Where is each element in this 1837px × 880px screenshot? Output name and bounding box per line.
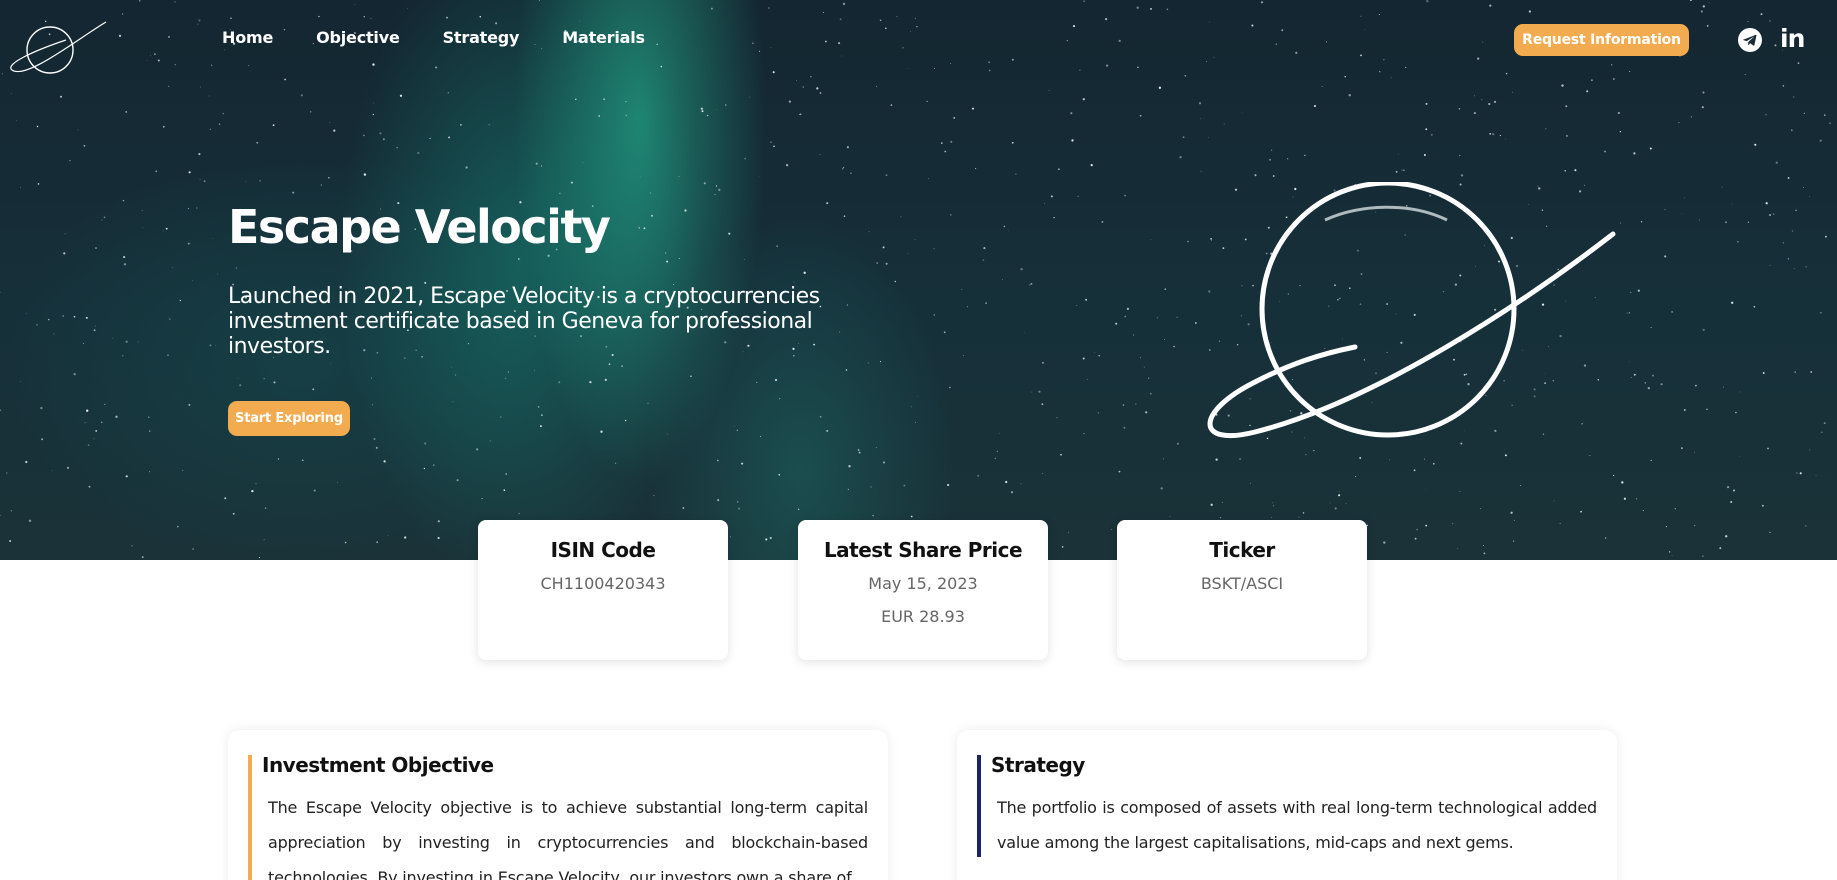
nav-materials[interactable]: Materials <box>562 28 645 47</box>
strategy-title: Strategy <box>991 753 1085 777</box>
investment-objective-title: Investment Objective <box>262 753 494 777</box>
planet-illustration <box>1207 182 1616 439</box>
ticker-card: Ticker BSKT/ASCI <box>1117 520 1367 660</box>
nav-objective[interactable]: Objective <box>316 28 400 47</box>
request-information-button[interactable]: Request Information <box>1514 24 1689 56</box>
planet-logo-icon[interactable] <box>6 10 108 74</box>
strategy-accent-bar <box>977 755 981 857</box>
isin-card: ISIN Code CH1100420343 <box>478 520 728 660</box>
hero-title: Escape Velocity <box>228 200 611 254</box>
main-nav: Home Objective Strategy Materials <box>222 28 688 47</box>
share-price-value: EUR 28.93 <box>881 607 965 626</box>
investment-objective-panel: Investment Objective The Escape Velocity… <box>228 730 888 880</box>
telegram-icon[interactable] <box>1738 28 1762 52</box>
strategy-text: The portfolio is composed of assets with… <box>997 798 1597 852</box>
objective-accent-bar <box>248 755 252 880</box>
share-price-date: May 15, 2023 <box>868 574 978 593</box>
ticker-value: BSKT/ASCI <box>1200 574 1284 593</box>
nav-home[interactable]: Home <box>222 28 273 47</box>
nav-strategy[interactable]: Strategy <box>443 28 520 47</box>
investment-objective-text: The Escape Velocity objective is to achi… <box>268 798 868 880</box>
share-price-card-title: Latest Share Price <box>823 538 1023 562</box>
isin-code-value: CH1100420343 <box>540 574 666 593</box>
start-exploring-button[interactable]: Start Exploring <box>228 401 350 436</box>
share-price-card: Latest Share Price May 15, 2023 EUR 28.9… <box>798 520 1048 660</box>
isin-card-title: ISIN Code <box>550 538 656 562</box>
hero-subtitle: Launched in 2021, Escape Velocity is a c… <box>228 284 820 359</box>
linkedin-icon[interactable]: in <box>1780 24 1806 54</box>
hero-section: Home Objective Strategy Materials Reques… <box>0 0 1837 560</box>
ticker-card-title: Ticker <box>1209 538 1275 562</box>
strategy-panel: Strategy The portfolio is composed of as… <box>957 730 1617 880</box>
